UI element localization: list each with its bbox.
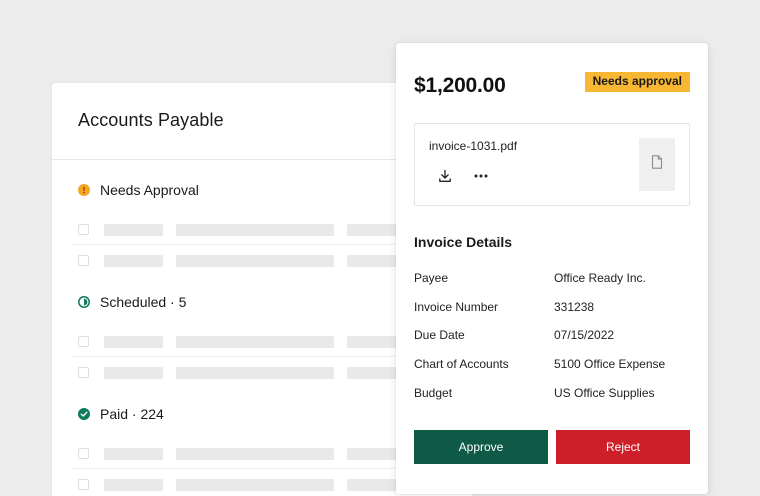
placeholder-cell <box>104 479 163 491</box>
clock-circle-icon <box>78 296 90 308</box>
detail-value: 07/15/2022 <box>554 328 615 342</box>
section-paid[interactable]: Paid · 224 <box>78 406 164 422</box>
reject-button[interactable]: Reject <box>556 430 690 464</box>
section-label: Scheduled · 5 <box>100 294 187 310</box>
file-icon <box>651 155 663 174</box>
detail-label: Due Date <box>414 328 465 342</box>
row-checkbox[interactable] <box>78 336 89 347</box>
detail-value: 5100 Office Expense <box>554 357 666 371</box>
detail-row-invoice-number: Invoice Number 331238 <box>414 300 694 314</box>
detail-row-chart-of-accounts: Chart of Accounts 5100 Office Expense <box>414 357 694 371</box>
placeholder-cell <box>104 448 163 460</box>
detail-label: Payee <box>414 271 449 285</box>
detail-label: Budget <box>414 386 453 400</box>
section-scheduled[interactable]: Scheduled · 5 <box>78 294 186 310</box>
placeholder-cell <box>104 367 163 379</box>
row-checkbox[interactable] <box>78 448 89 459</box>
check-circle-icon <box>78 408 90 420</box>
detail-row-due-date: Due Date 07/15/2022 <box>414 328 694 342</box>
detail-value: US Office Supplies <box>554 386 655 400</box>
detail-row-budget: Budget US Office Supplies <box>414 386 694 400</box>
placeholder-cell <box>104 336 163 348</box>
detail-label: Invoice Number <box>414 300 499 314</box>
file-thumbnail[interactable] <box>639 138 675 191</box>
status-badge: Needs approval <box>584 72 690 92</box>
row-checkbox[interactable] <box>78 367 89 378</box>
row-checkbox[interactable] <box>78 224 89 235</box>
placeholder-cell <box>176 367 334 379</box>
alert-circle-icon <box>78 184 90 196</box>
placeholder-cell <box>104 224 163 236</box>
row-checkbox[interactable] <box>78 479 89 490</box>
row-checkbox[interactable] <box>78 255 89 266</box>
app-stage: Accounts Payable Needs Approval Schedule… <box>0 0 760 496</box>
detail-label: Chart of Accounts <box>414 357 509 371</box>
placeholder-cell <box>176 255 334 267</box>
download-icon[interactable] <box>437 168 453 184</box>
approve-button[interactable]: Approve <box>414 430 548 464</box>
placeholder-cell <box>104 255 163 267</box>
attachment-filename: invoice-1031.pdf <box>429 139 518 153</box>
attachment-card: invoice-1031.pdf <box>414 123 690 206</box>
section-label: Paid · 224 <box>100 406 164 422</box>
page-title: Accounts Payable <box>78 110 224 130</box>
placeholder-cell <box>176 448 334 460</box>
attachment-actions <box>437 168 489 184</box>
placeholder-cell <box>176 336 334 348</box>
detail-value: Office Ready Inc. <box>554 271 646 285</box>
invoice-panel: $1,200.00 Needs approval invoice-1031.pd… <box>396 43 708 494</box>
section-needs-approval[interactable]: Needs Approval <box>78 182 199 198</box>
invoice-amount: $1,200.00 <box>414 74 506 97</box>
invoice-details-heading: Invoice Details <box>414 234 513 250</box>
placeholder-cell <box>176 224 334 236</box>
detail-value: 331238 <box>554 300 595 314</box>
detail-row-payee: Payee Office Ready Inc. <box>414 271 694 285</box>
section-label: Needs Approval <box>100 182 199 198</box>
placeholder-cell <box>176 479 334 491</box>
more-horizontal-icon[interactable] <box>473 168 489 184</box>
